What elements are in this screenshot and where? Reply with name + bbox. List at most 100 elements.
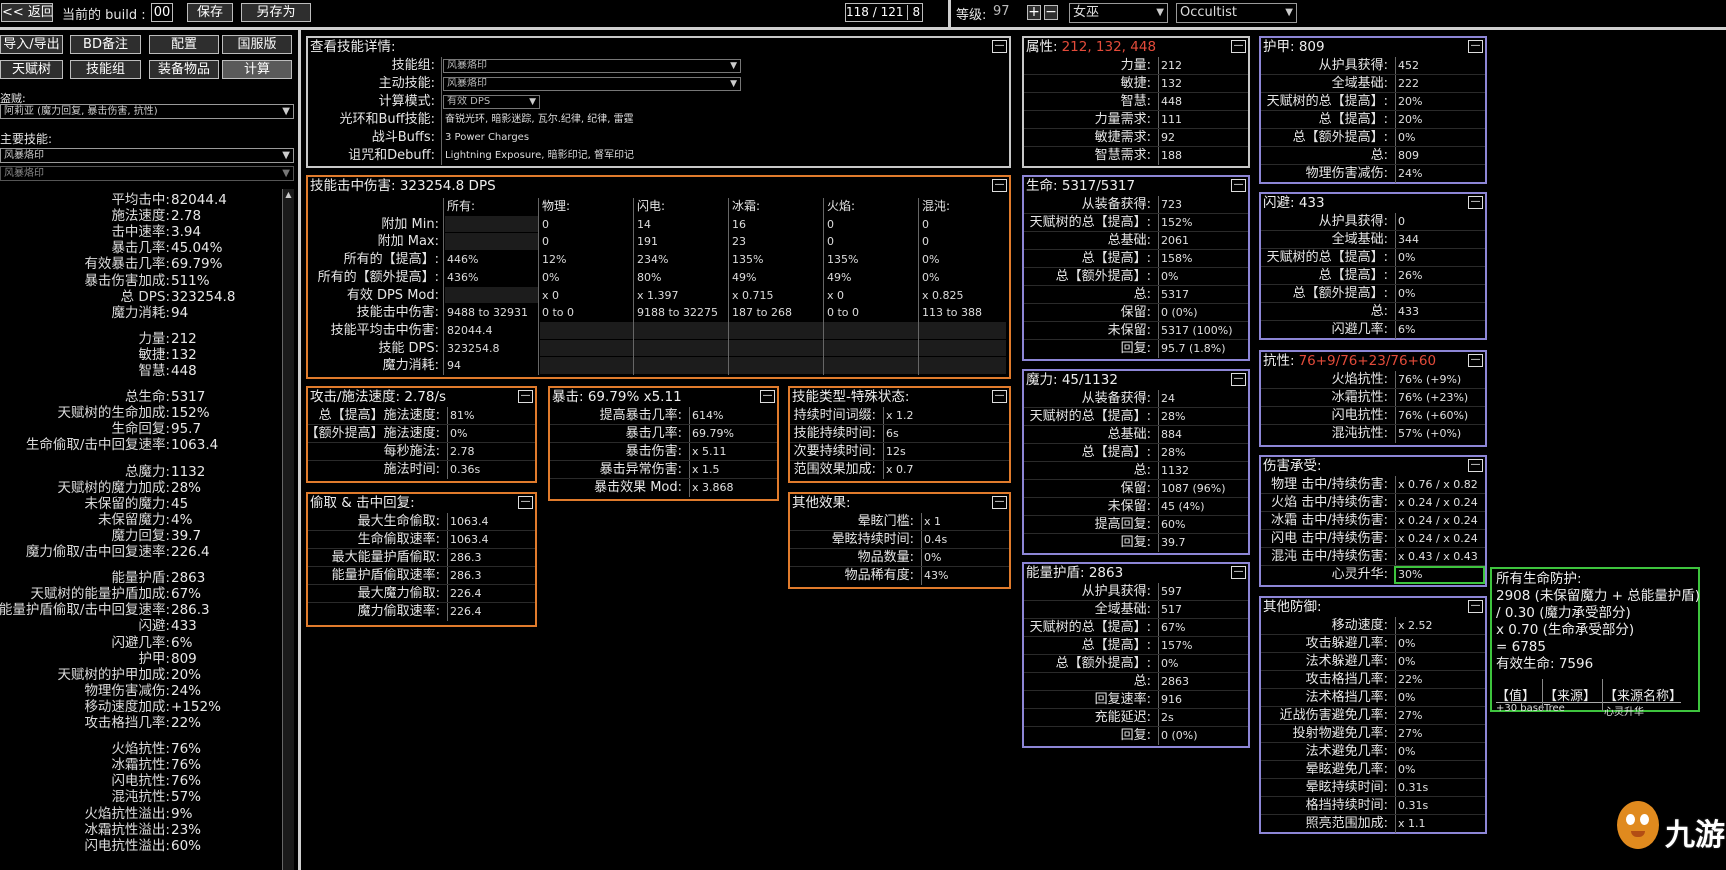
import-export-button[interactable]: 导入/导出: [0, 35, 63, 54]
stat-value: 2863: [1161, 675, 1189, 688]
stat-label: 总基础:: [1107, 233, 1151, 248]
collapse-button[interactable]: —: [1468, 196, 1483, 209]
save-as-button[interactable]: 另存为: [241, 3, 311, 22]
tab-passive-tree[interactable]: 天赋树: [0, 60, 63, 79]
collapse-button[interactable]: —: [992, 40, 1007, 53]
collapse-button[interactable]: —: [1468, 600, 1483, 613]
empty-cell: [445, 286, 539, 304]
stat-row: 最大生命偷取: 1063.4: [308, 513, 535, 531]
sidebar-stat-row: 物理伤害减伤: 24%: [0, 683, 282, 699]
collapse-button[interactable]: —: [1231, 373, 1246, 386]
level-plus-button[interactable]: +: [1027, 5, 1041, 20]
tooltip-col-header: 【来源名称】: [1604, 689, 1683, 704]
tab-calcs[interactable]: 计算: [222, 60, 292, 79]
collapse-button[interactable]: —: [1231, 179, 1246, 192]
skill-detail-select[interactable]: 有效 DPS ▼: [443, 95, 540, 109]
collapse-button[interactable]: —: [518, 390, 533, 403]
cn-server-button[interactable]: 国服版: [222, 35, 292, 54]
collapse-button[interactable]: —: [992, 179, 1007, 192]
stat-row: 回复: 0 (0%): [1024, 727, 1248, 745]
sidebar-stat-value: 94: [171, 304, 189, 321]
sidebar-stat-value: +152%: [171, 698, 221, 715]
bandit-select[interactable]: 阿莉亚 (魔力回复, 暴击伤害, 抗性) ▼: [0, 104, 294, 119]
sidebar-stat-row: 魔力偷取/击中回复速率: 226.4: [0, 544, 282, 560]
main-skill-select[interactable]: 风暴烙印 ▼: [0, 148, 294, 163]
column-header: 闪电:: [637, 199, 666, 213]
tooltip-life-pool: 所有生命防护: 2908 (未保留魔力 + 总能量护盾)/ 0.30 (魔力承受部…: [1490, 567, 1700, 718]
stat-row: 总: 433: [1261, 303, 1485, 321]
sidebar-stat-value: 76%: [171, 741, 202, 758]
sidebar-stat-row: 击中速率: 3.94: [0, 224, 282, 240]
skill-detail-row: 诅咒和Debuff: Lightning Exposure, 暗影印记, 督军印记: [308, 147, 1009, 165]
sidebar-stat-label: 魔力偷取/击中回复速率:: [25, 544, 170, 560]
sidebar-stat-value: 6%: [171, 634, 193, 651]
collapse-button[interactable]: —: [1468, 40, 1483, 53]
panel-crit: 暴击: 69.79% x5.11— 提高暴击几率: 614% 暴击几率: 69.79% 暴…: [548, 386, 779, 501]
skill-detail-select[interactable]: 风暴烙印 ▼: [443, 59, 741, 73]
chevron-down-icon: ▼: [1285, 7, 1293, 18]
collapse-button[interactable]: —: [992, 390, 1007, 403]
sidebar-stat-value: 2863: [171, 570, 206, 587]
sidebar-stat-row: 有效暴击几率: 69.79%: [0, 256, 282, 272]
sidebar-stat-row: 总 DPS: 323254.8: [0, 289, 282, 305]
stat-value: 0: [1398, 215, 1405, 228]
hit-cell: x 0: [542, 288, 560, 302]
stat-label: 投射物避免几率:: [1292, 726, 1388, 741]
sidebar-stat-label: 冰霜抗性:: [111, 757, 170, 774]
stat-row: 次要持续时间: 12s: [790, 443, 1009, 461]
stat-label: 智慧需求:: [1094, 148, 1151, 163]
main-skill-part-select[interactable]: 风暴烙印 ▼: [0, 166, 294, 181]
back-button[interactable]: << 返回: [1, 3, 53, 22]
collapse-button[interactable]: —: [1468, 459, 1483, 472]
hit-cell: 187 to 268: [732, 306, 793, 320]
stat-row: 保留: 1087 (96%): [1024, 480, 1248, 498]
stat-row: 敏捷: 132: [1024, 75, 1248, 93]
collapse-button[interactable]: —: [1468, 354, 1483, 367]
stat-label: 暴击异常伤害:: [599, 462, 682, 477]
stat-value: 24%: [1398, 167, 1423, 180]
collapse-button[interactable]: —: [992, 496, 1007, 509]
sidebar-stat-label: 敏捷:: [138, 346, 170, 363]
sidebar-stat-row: 火焰抗性溢出: 9%: [0, 806, 282, 822]
ascendancy-select[interactable]: Occultist ▼: [1176, 3, 1297, 23]
class-select[interactable]: 女巫 ▼: [1069, 3, 1168, 23]
stat-value: 5317: [1161, 288, 1189, 301]
stat-label: 冰霜抗性:: [1331, 390, 1388, 405]
tab-items[interactable]: 装备物品: [149, 60, 219, 79]
stat-row: 暴击伤害: x 5.11: [550, 443, 777, 461]
sidebar-scrollbar[interactable]: ▲: [282, 189, 294, 870]
stat-value: 0%: [1161, 270, 1179, 283]
stat-label: 总【提高】:: [1318, 268, 1388, 283]
stat-row: 从护具获得: 0: [1261, 213, 1485, 231]
level-value[interactable]: 97: [993, 4, 1010, 19]
stat-value: 0%: [450, 427, 468, 440]
build-number-field[interactable]: 00: [151, 3, 173, 22]
save-button[interactable]: 保存: [187, 3, 233, 22]
skill-detail-select[interactable]: 风暴烙印 ▼: [443, 77, 741, 91]
sidebar-stat-row: 护甲: 809: [0, 651, 282, 667]
stat-row: 法术避免几率: 0%: [1261, 743, 1485, 761]
stat-value: 0%: [1398, 655, 1416, 668]
collapse-button[interactable]: —: [1231, 40, 1246, 53]
config-button[interactable]: 配置: [149, 35, 219, 54]
sidebar-stat-label: 有效暴击几率:: [84, 256, 170, 273]
skill-detail-label: 诅咒和Debuff:: [348, 148, 435, 163]
stat-label: 物理 击中/持续伤害:: [1271, 477, 1388, 492]
panel-title-text: 生命: 5317/5317: [1026, 178, 1136, 194]
stat-value: 212: [1161, 59, 1182, 72]
stat-label: 敏捷:: [1120, 76, 1151, 91]
stat-value: 6%: [1398, 323, 1416, 336]
collapse-button[interactable]: —: [1231, 566, 1246, 579]
hit-cell: 135%: [827, 253, 859, 267]
collapse-button[interactable]: —: [518, 496, 533, 509]
collapse-button[interactable]: —: [760, 390, 775, 403]
sidebar-stat-value: 2.78: [171, 208, 202, 225]
tab-skills[interactable]: 技能组: [70, 60, 141, 79]
panel-other_def: 其他防御: — 移动速度: x 2.52 攻击躲避几率: 0% 法术躲避几率: 0% 攻击格挡几…: [1259, 596, 1487, 834]
hit-cell: 16: [732, 217, 746, 231]
scroll-up-icon[interactable]: ▲: [283, 189, 294, 200]
sidebar-stat-label: 冰霜抗性溢出:: [84, 821, 170, 838]
level-minus-button[interactable]: −: [1044, 5, 1058, 20]
bd-notes-button[interactable]: BD备注: [70, 35, 141, 54]
column-divider: [823, 198, 824, 375]
